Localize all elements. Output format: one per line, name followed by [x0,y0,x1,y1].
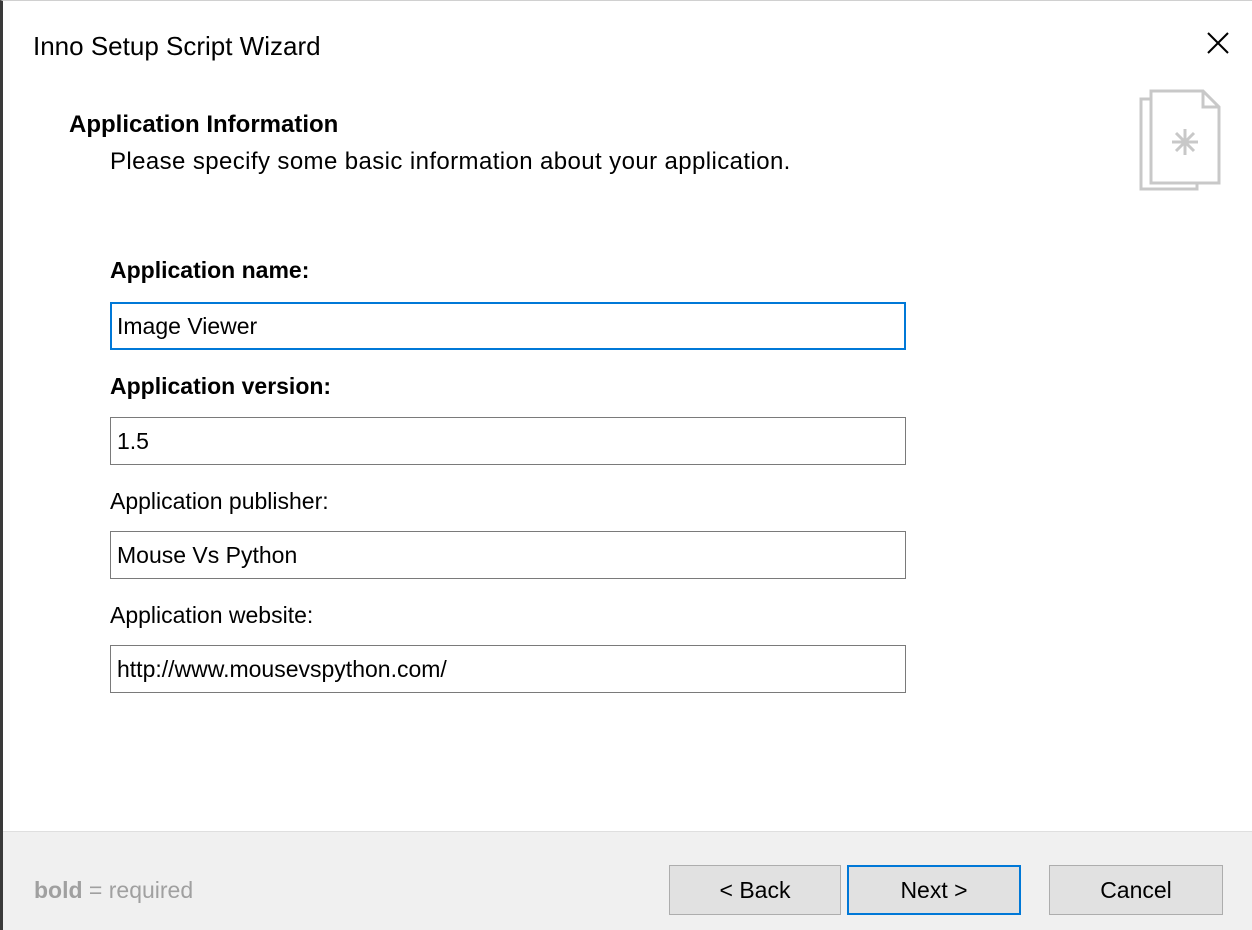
app-publisher-label: Application publisher: [110,488,329,514]
app-website-input[interactable] [110,645,906,693]
required-hint-bold: bold [34,877,83,903]
app-name-input[interactable] [110,302,906,350]
app-website-label: Application website: [110,602,314,628]
wizard-footer: bold = required < Back Next > Cancel [3,831,1252,930]
app-name-label: Application name: [110,257,310,283]
close-icon [1207,32,1229,54]
required-hint: bold = required [34,877,193,904]
close-button[interactable] [1196,21,1240,65]
window-title: Inno Setup Script Wizard [33,31,321,61]
title-bar: Inno Setup Script Wizard [3,1,1252,89]
page-title: Application Information [69,111,339,138]
back-button[interactable]: < Back [669,865,841,915]
app-version-label: Application version: [110,373,332,399]
next-button[interactable]: Next > [847,865,1021,915]
cancel-button[interactable]: Cancel [1049,865,1223,915]
wizard-document-icon [1139,89,1221,191]
app-publisher-input[interactable] [110,531,906,579]
wizard-window: Inno Setup Script Wizard Application Inf… [0,0,1252,930]
app-version-input[interactable] [110,417,906,465]
page-subtitle: Please specify some basic information ab… [110,148,791,175]
required-hint-text: = required [82,877,194,903]
